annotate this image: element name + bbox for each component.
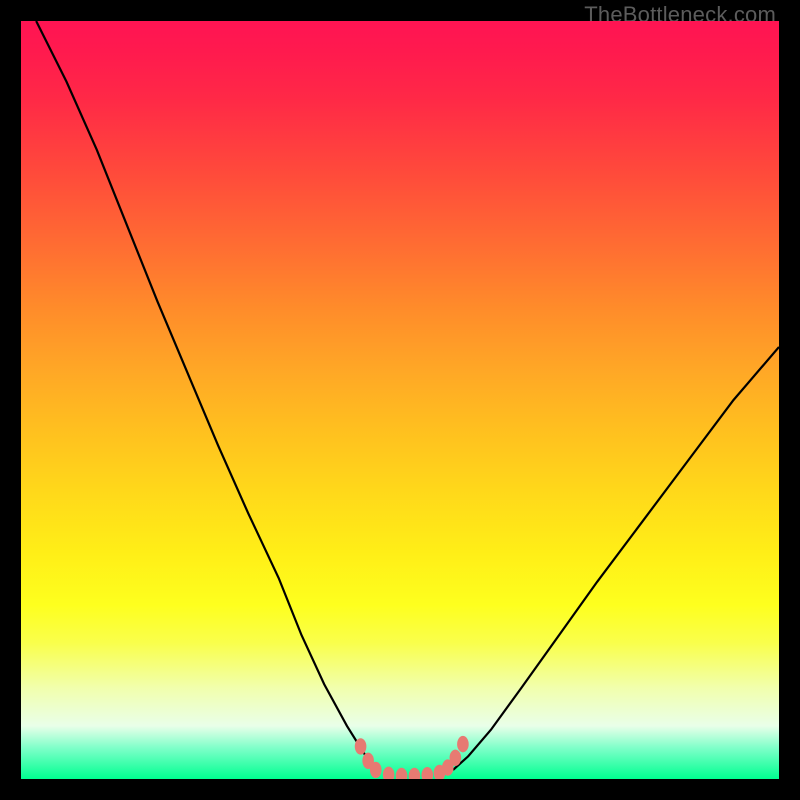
chart-plot-area [21, 21, 779, 779]
chart-svg [21, 21, 779, 779]
trough-marker [383, 767, 395, 779]
right-branch-line [453, 347, 779, 770]
trough-marker [434, 765, 446, 779]
trough-marker-group [355, 736, 469, 779]
trough-marker [421, 767, 433, 779]
trough-marker [450, 750, 462, 766]
trough-marker [396, 768, 408, 779]
outer-frame: TheBottleneck.com [0, 0, 800, 800]
trough-marker [409, 768, 421, 779]
trough-marker [457, 736, 469, 752]
left-branch-line [36, 21, 377, 770]
trough-marker [362, 753, 374, 769]
trough-marker [442, 759, 454, 775]
trough-marker [370, 762, 382, 778]
trough-marker [355, 738, 367, 754]
